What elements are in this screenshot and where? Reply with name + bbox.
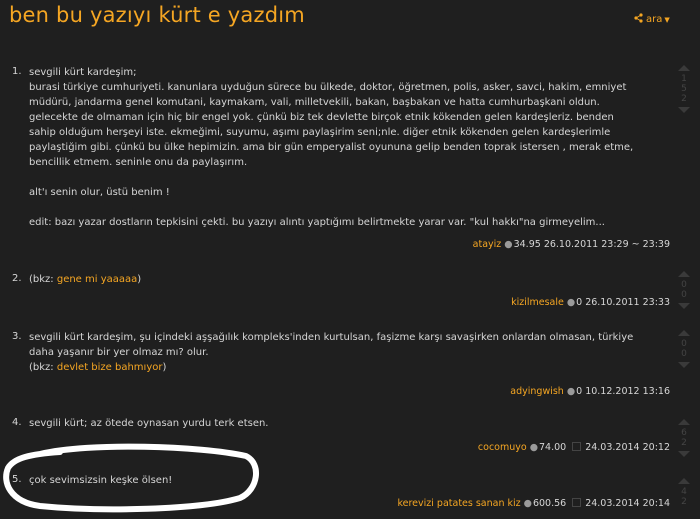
entry-meta: adyingwish ●0 10.12.2012 13:16 [510,386,670,397]
vote-widget: 6 2 [676,419,692,457]
dot-icon: ● [566,297,576,308]
vote-count: 6 [681,428,687,438]
vote-count: 4 [681,487,687,497]
vote-widget: 1 5 2 [676,65,692,113]
author-link[interactable]: cocomuyo [478,442,527,453]
entry-text: sevgili kürt kardeşim, şu içindeki aşşağ… [29,330,669,375]
share-label: ara [646,14,663,25]
upvote-icon[interactable] [678,65,690,71]
bkz-prefix: (bkz: [29,362,57,373]
upvote-icon[interactable] [678,330,690,336]
bkz-suffix: ) [137,274,142,285]
vote-count: 5 [681,84,687,94]
vote-widget: 0 0 [676,271,692,309]
bkz-link[interactable]: gene mi yaaaaa [57,274,137,285]
downvote-icon[interactable] [678,451,690,457]
entry-body: sevgili kürt kardeşim, şu içindeki aşşağ… [29,332,634,358]
entry-text: (bkz: gene mi yaaaaa) [29,272,669,287]
chevron-down-icon: ▼ [664,16,670,24]
entry-meta: atayiz ●34.95 26.10.2011 23:29 ~ 23:39 [473,239,670,250]
vote-widget: 4 2 [676,478,692,507]
entry-date[interactable]: 10.12.2012 13:16 [585,386,670,397]
entry-number: 4. [12,417,22,428]
entry-number: 3. [12,331,22,342]
upvote-icon[interactable] [678,478,690,484]
bkz-suffix: ) [162,362,167,373]
checkbox-icon [572,498,582,507]
downvote-icon[interactable] [678,303,690,309]
entry-number: 5. [12,474,22,485]
entry-number: 1. [12,66,22,77]
vote-count: 2 [681,94,687,104]
upvote-icon[interactable] [678,271,690,277]
bkz-prefix: (bkz: [29,274,57,285]
entry-date[interactable]: 24.03.2014 20:14 [585,498,670,509]
upvote-icon[interactable] [678,419,690,425]
author-link[interactable]: adyingwish [510,386,564,397]
share-icon [634,13,643,23]
dot-icon: ● [566,386,576,397]
vote-count: 0 [681,290,687,300]
entry-date[interactable]: 26.10.2011 23:33 [585,297,670,308]
author-score: 600.56 [532,498,567,509]
dot-icon: ● [504,239,513,250]
vote-widget: 0 0 [676,330,692,368]
dot-icon: ● [523,498,532,509]
author-link[interactable]: atayiz [473,239,502,250]
author-score: 74.00 [539,442,567,453]
entry-date[interactable]: 24.03.2014 20:12 [585,442,670,453]
author-score: 0 [576,386,583,397]
topic-title[interactable]: ben bu yazıyı kürt e yazdım [9,3,305,27]
entry-text: sevgili kürt kardeşim; burasi türkiye cu… [29,67,634,228]
vote-count: 0 [681,349,687,359]
entry-meta: cocomuyo ●74.00 24.03.2014 20:12 [478,442,670,453]
entry-meta: kizilmesale ●0 26.10.2011 23:33 [511,297,670,308]
entry-meta: kerevizi patates sanan kiz ●600.56 24.03.2… [397,498,670,509]
bkz-link[interactable]: devlet bize bahmıyor [57,362,163,373]
author-score: 34.95 [513,239,541,250]
entry-number: 2. [12,273,22,284]
checkbox-icon [572,442,582,451]
author-score: 0 [576,297,583,308]
downvote-icon[interactable] [678,107,690,113]
share-button[interactable]: ara ▼ [634,13,670,25]
vote-count: 0 [681,339,687,349]
vote-count: 1 [681,74,687,84]
vote-count: 2 [681,438,687,448]
entry-text: çok sevimsizsin keşke ölsen! [29,475,173,486]
entry-date[interactable]: 26.10.2011 23:29 ~ 23:39 [544,239,670,250]
downvote-icon[interactable] [678,362,690,368]
dot-icon: ● [529,442,538,453]
author-link[interactable]: kerevizi patates sanan kiz [397,498,520,509]
vote-count: 2 [681,497,687,507]
entry-text: sevgili kürt; az ötede oynasan yurdu ter… [29,418,269,429]
author-link[interactable]: kizilmesale [511,297,564,308]
vote-count: 0 [681,280,687,290]
